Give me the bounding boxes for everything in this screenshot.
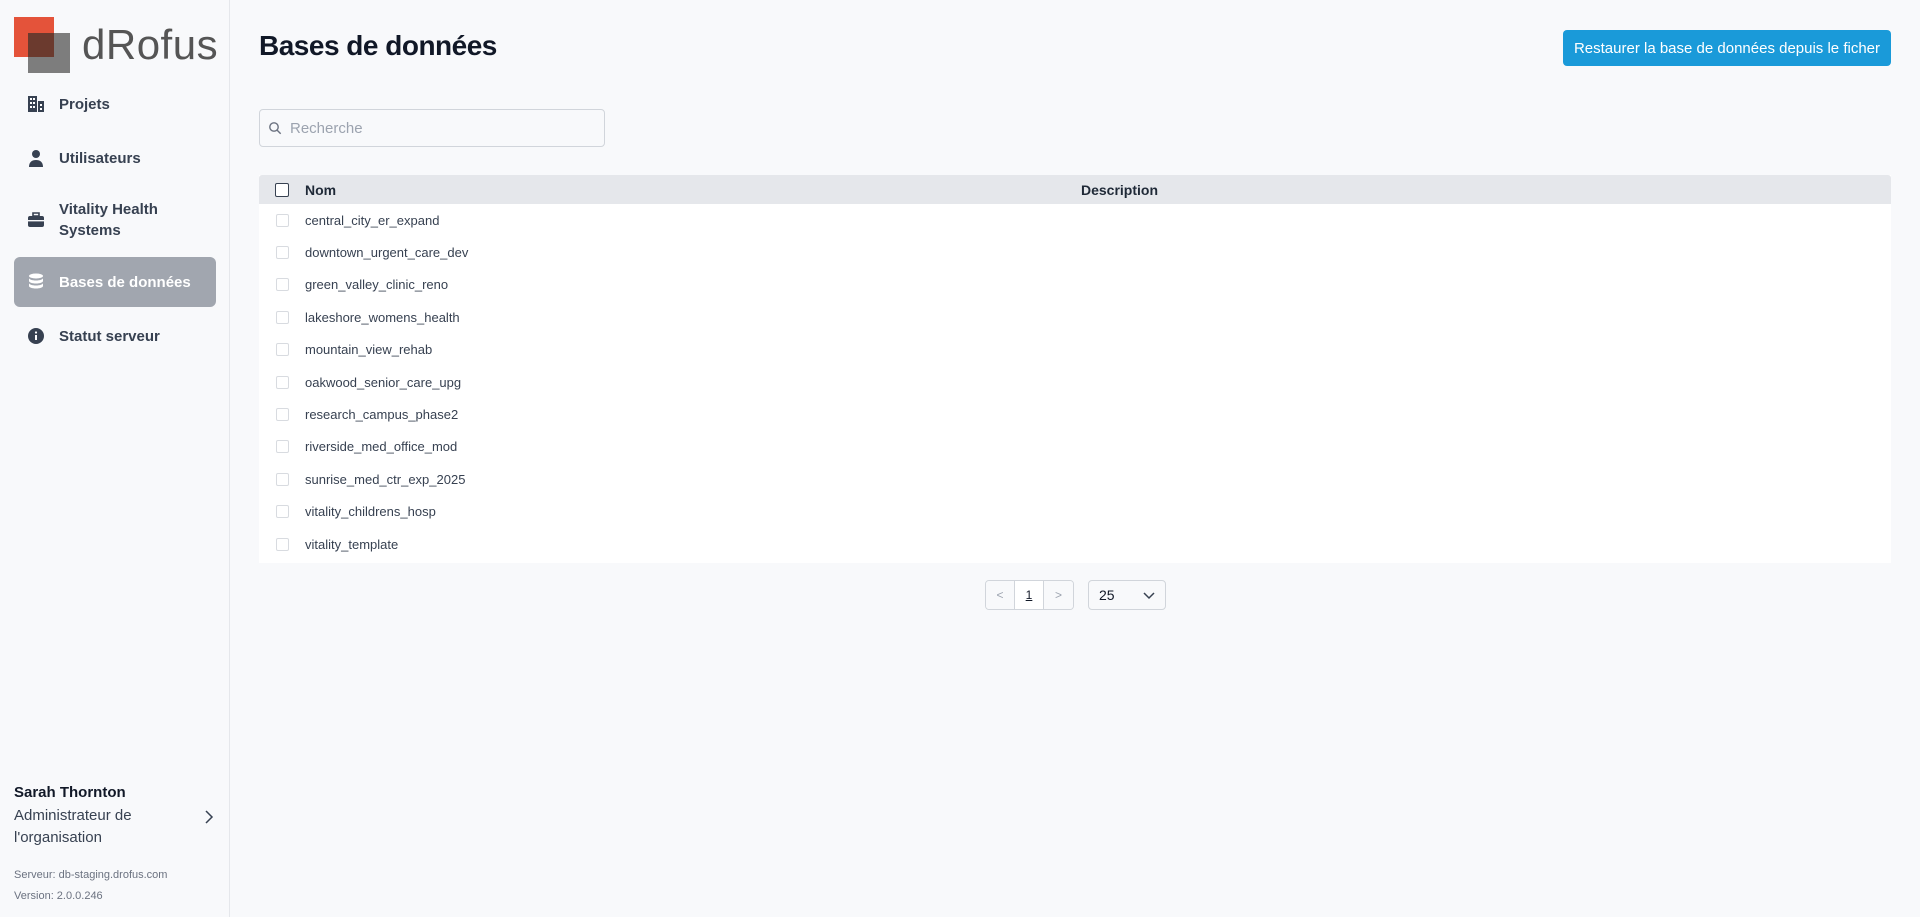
chevron-right-icon[interactable] [202, 810, 216, 824]
sidebar-item-utilisateurs[interactable]: Utilisateurs [14, 133, 216, 183]
sidebar-item-label: Bases de données [59, 273, 191, 291]
table-row[interactable]: lakeshore_womens_health [259, 301, 1891, 333]
column-header-description[interactable]: Description [1081, 182, 1158, 198]
table-row[interactable]: mountain_view_rehab [259, 334, 1891, 366]
row-checkbox-cell [259, 213, 305, 227]
version-label: Version: 2.0.0.246 [14, 890, 103, 902]
databases-table: Nom Description central_city_er_expanddo… [259, 175, 1891, 564]
main-content: Bases de données Restaurer la base de do… [259, 0, 1891, 917]
row-checkbox-cell [259, 246, 305, 260]
table-row[interactable]: riverside_med_office_mod [259, 431, 1891, 463]
building-icon [26, 94, 46, 114]
user-menu[interactable]: Sarah Thornton Administrateur de l'organ… [14, 784, 220, 907]
row-checkbox-cell [259, 375, 305, 389]
row-name: riverside_med_office_mod [305, 439, 458, 455]
row-checkbox-cell [259, 505, 305, 519]
row-checkbox-cell [259, 440, 305, 454]
row-checkbox[interactable] [275, 343, 289, 357]
column-header-nom[interactable]: Nom [305, 182, 1081, 198]
user-role: Administrateur de l'organisation [14, 807, 132, 846]
prev-page-button[interactable]: < [986, 581, 1015, 609]
row-checkbox[interactable] [275, 472, 289, 486]
sidebar: dRofus Projets Utilisateurs Vitality Hea… [0, 0, 230, 917]
row-checkbox[interactable] [275, 505, 289, 519]
table-row[interactable]: oakwood_senior_care_upg [259, 366, 1891, 398]
sidebar-item-label: Utilisateurs [59, 149, 141, 167]
row-checkbox[interactable] [275, 537, 289, 551]
sidebar-item-bases-de-donnees[interactable]: Bases de données [14, 257, 216, 307]
next-page-button[interactable]: > [1044, 581, 1073, 609]
pagination: < 1 > 25 [985, 580, 1166, 610]
row-name: research_campus_phase2 [305, 407, 459, 423]
row-checkbox-cell [259, 537, 305, 551]
table-row[interactable]: vitality_childrens_hosp [259, 496, 1891, 528]
row-name: vitality_childrens_hosp [305, 504, 436, 520]
search-box[interactable] [259, 109, 605, 147]
drofus-logo[interactable]: dRofus [14, 17, 220, 73]
select-all-checkbox[interactable] [275, 182, 289, 197]
table-body: central_city_er_expand downtown_urgent_ca… [259, 204, 1891, 563]
row-checkbox[interactable] [275, 213, 289, 227]
row-checkbox-cell [259, 472, 305, 486]
info-icon [26, 326, 46, 346]
chevron-down-icon [1143, 587, 1155, 603]
sidebar-item-projets[interactable]: Projets [14, 79, 216, 129]
row-name: lakeshore_womens_health [305, 309, 460, 325]
briefcase-icon [26, 210, 46, 230]
table-row[interactable]: downtown_urgent_care_dev [259, 236, 1891, 268]
page-1-button[interactable]: 1 [1015, 581, 1044, 609]
row-name: mountain_view_rehab [305, 342, 433, 358]
database-icon [26, 272, 46, 292]
sidebar-item-vitality-health-systems[interactable]: Vitality Health Systems [14, 187, 216, 253]
server-name: Serveur: db-staging.drofus.com [14, 869, 168, 881]
table-row[interactable]: research_campus_phase2 [259, 398, 1891, 430]
row-checkbox-cell [259, 343, 305, 357]
server-info: Serveur: db-staging.drofus.com Version: … [14, 865, 220, 907]
logo-mark-icon [14, 17, 70, 73]
row-checkbox[interactable] [275, 278, 289, 292]
row-checkbox-cell [259, 408, 305, 422]
row-checkbox[interactable] [275, 440, 289, 454]
row-name: sunrise_med_ctr_exp_2025 [305, 471, 466, 487]
row-checkbox-cell [259, 310, 305, 324]
table-row[interactable]: sunrise_med_ctr_exp_2025 [259, 463, 1891, 495]
row-name: vitality_template [305, 536, 399, 552]
restore-database-button[interactable]: Restaurer la base de données depuis le f… [1562, 30, 1891, 66]
search-icon [268, 121, 282, 135]
user-name: Sarah Thornton [14, 784, 126, 801]
table-row[interactable]: vitality_template [259, 528, 1891, 560]
page-size-value: 25 [1099, 587, 1115, 603]
table-header: Nom Description [259, 175, 1891, 204]
row-checkbox[interactable] [275, 375, 289, 389]
row-checkbox[interactable] [275, 408, 289, 422]
sidebar-item-label: Projets [59, 95, 110, 113]
sidebar-nav: Projets Utilisateurs Vitality Health Sys… [14, 79, 216, 365]
header-checkbox-cell [259, 182, 305, 197]
table-row[interactable]: central_city_er_expand [259, 204, 1891, 236]
logo-text: dRofus [82, 21, 219, 68]
row-checkbox-cell [259, 278, 305, 292]
row-name: oakwood_senior_care_upg [305, 374, 462, 390]
page-title: Bases de données [259, 30, 497, 61]
row-name: green_valley_clinic_reno [305, 277, 449, 293]
table-row[interactable]: green_valley_clinic_reno [259, 269, 1891, 301]
sidebar-item-statut-serveur[interactable]: Statut serveur [14, 311, 216, 361]
search-input[interactable] [290, 119, 590, 137]
pager: < 1 > [985, 580, 1074, 610]
row-checkbox[interactable] [275, 310, 289, 324]
row-name: downtown_urgent_care_dev [305, 245, 469, 261]
page-size-select[interactable]: 25 [1088, 580, 1166, 610]
user-icon [26, 148, 46, 168]
row-checkbox[interactable] [275, 246, 289, 260]
sidebar-item-label: Vitality Health Systems [59, 201, 158, 239]
sidebar-item-label: Statut serveur [59, 327, 160, 345]
row-name: central_city_er_expand [305, 212, 440, 228]
